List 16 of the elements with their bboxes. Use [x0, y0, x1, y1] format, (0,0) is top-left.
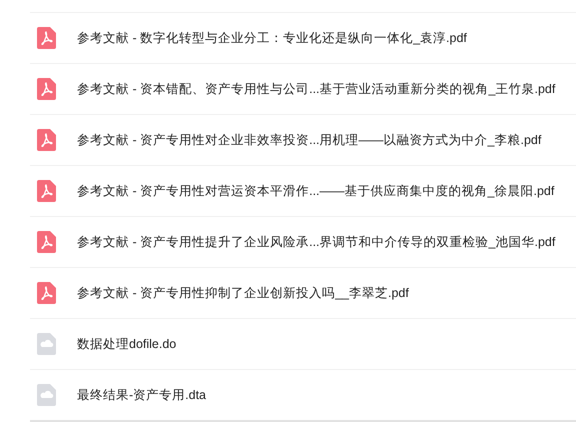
cloud-file-icon — [37, 333, 56, 355]
file-name[interactable]: 参考文献 - 资本错配、资产专用性与公司...基于营业活动重新分类的视角_王竹泉.pdf — [77, 80, 556, 98]
file-name[interactable]: 参考文献 - 数字化转型与企业分工：专业化还是纵向一体化_袁淳.pdf — [77, 30, 467, 46]
file-name[interactable]: 参考文献 - 资产专用性提升了企业风险承...界调节和中介传导的双重检验_池国华.pdf — [77, 234, 556, 250]
pdf-file-icon — [37, 231, 56, 253]
pdf-file-icon — [37, 78, 56, 100]
file-name[interactable]: 参考文献 - 资产专用性对营运资本平滑作...——基于供应商集中度的视角_徐晨阳.pdf — [77, 182, 554, 200]
file-name[interactable]: 参考文献 - 资产专用性对企业非效率投资...用机理——以融资方式为中介_李粮.pdf — [77, 132, 542, 148]
pdf-file-icon — [37, 27, 56, 49]
file-name[interactable]: 最终结果-资产专用.dta — [77, 386, 206, 404]
pdf-file-icon — [37, 282, 56, 304]
file-name[interactable]: 数据处理dofile.do — [77, 336, 176, 352]
cloud-file-icon — [37, 384, 56, 406]
pdf-file-icon — [37, 180, 56, 202]
pdf-file-icon — [37, 129, 56, 151]
file-name[interactable]: 参考文献 - 资产专用性抑制了企业创新投入吗__李翠芝.pdf — [77, 284, 409, 302]
